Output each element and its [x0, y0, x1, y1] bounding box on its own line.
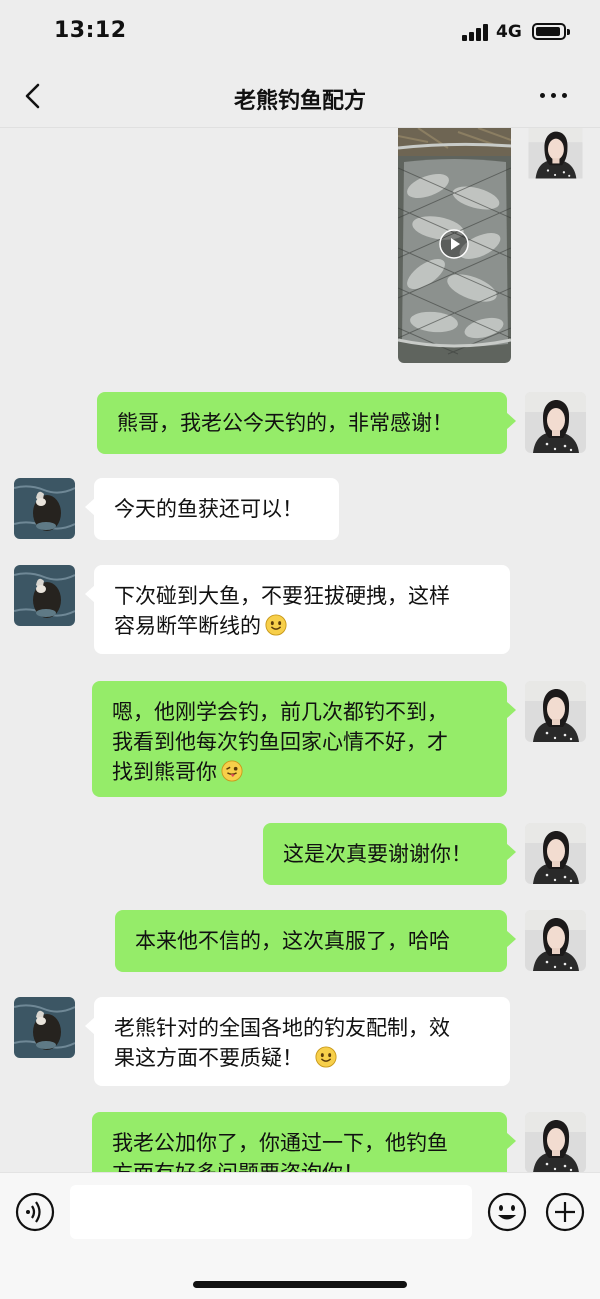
message-text: 我看到他每次钓鱼回家心情不好，才 [112, 730, 448, 754]
message-text: 下次碰到大鱼，不要狂拔硬拽，这样 [114, 584, 450, 608]
more-icon[interactable] [538, 93, 570, 99]
smile-emoji-icon [265, 614, 287, 636]
signal-icon [462, 24, 490, 41]
tongue-wink-emoji-icon [221, 760, 243, 782]
message-bubble-sent[interactable]: 我老公加你了，你通过一下，他钓鱼 方面有好多问题要咨询你！ [92, 1112, 516, 1172]
my-avatar[interactable] [525, 823, 586, 884]
battery-icon [532, 23, 570, 40]
message-text: 容易断竿断线的 [114, 614, 261, 638]
video-message[interactable] [398, 128, 511, 363]
my-avatar[interactable] [525, 1112, 586, 1172]
message-text: 方面有好多问题要咨询你！ [112, 1158, 487, 1172]
message-bubble-received[interactable]: 老熊针对的全国各地的钓友配制，效 果这方面不要质疑！ [85, 997, 510, 1086]
smile-emoji-icon [315, 1046, 337, 1068]
play-icon[interactable] [439, 229, 469, 259]
message-input[interactable] [70, 1185, 472, 1239]
message-bubble-received[interactable]: 下次碰到大鱼，不要狂拔硬拽，这样 容易断竿断线的 [85, 565, 510, 654]
contact-avatar[interactable] [14, 997, 75, 1058]
contact-avatar[interactable] [14, 478, 75, 539]
my-avatar[interactable] [525, 910, 586, 971]
message-bubble-sent[interactable]: 嗯，他刚学会钓，前几次都钓不到， 我看到他每次钓鱼回家心情不好，才 找到熊哥你 [92, 681, 516, 797]
my-avatar[interactable] [525, 681, 586, 742]
message-text: 老熊针对的全国各地的钓友配制，效 [114, 1016, 450, 1040]
nav-bar: 老熊钓鱼配方 [0, 64, 600, 128]
network-type: 4G [496, 22, 522, 42]
home-indicator[interactable] [193, 1281, 407, 1288]
input-bar [0, 1172, 600, 1299]
message-text: 这是次真要谢谢你！ [283, 842, 472, 866]
my-avatar[interactable] [525, 128, 586, 182]
message-text: 嗯，他刚学会钓，前几次都钓不到， [112, 700, 448, 724]
plus-icon[interactable] [544, 1191, 586, 1233]
status-time: 13:12 [54, 18, 127, 43]
my-avatar[interactable] [525, 392, 586, 453]
message-text: 今天的鱼获还可以！ [114, 497, 303, 521]
message-text: 我老公加你了，你通过一下，他钓鱼 [112, 1131, 448, 1155]
message-text: 本来他不信的，这次真服了，哈哈 [135, 929, 450, 953]
chat-area[interactable]: 熊哥，我老公今天钓的，非常感谢！ 今天的鱼获还可以！ 下次碰到大鱼，不要狂拔硬拽… [0, 128, 600, 1172]
message-bubble-sent[interactable]: 熊哥，我老公今天钓的，非常感谢！ [97, 392, 516, 454]
message-text: 果这方面不要质疑！ [114, 1046, 303, 1070]
message-bubble-received[interactable]: 今天的鱼获还可以！ [85, 478, 339, 540]
contact-avatar[interactable] [14, 565, 75, 626]
message-bubble-sent[interactable]: 这是次真要谢谢你！ [263, 823, 516, 885]
voice-icon[interactable] [14, 1191, 56, 1233]
status-bar: 13:12 4G [0, 0, 600, 64]
chat-title: 老熊钓鱼配方 [233, 89, 366, 114]
message-bubble-sent[interactable]: 本来他不信的，这次真服了，哈哈 [115, 910, 516, 972]
emoji-icon[interactable] [486, 1191, 528, 1233]
message-text: 找到熊哥你 [112, 760, 217, 784]
message-text: 熊哥，我老公今天钓的，非常感谢！ [117, 411, 453, 435]
